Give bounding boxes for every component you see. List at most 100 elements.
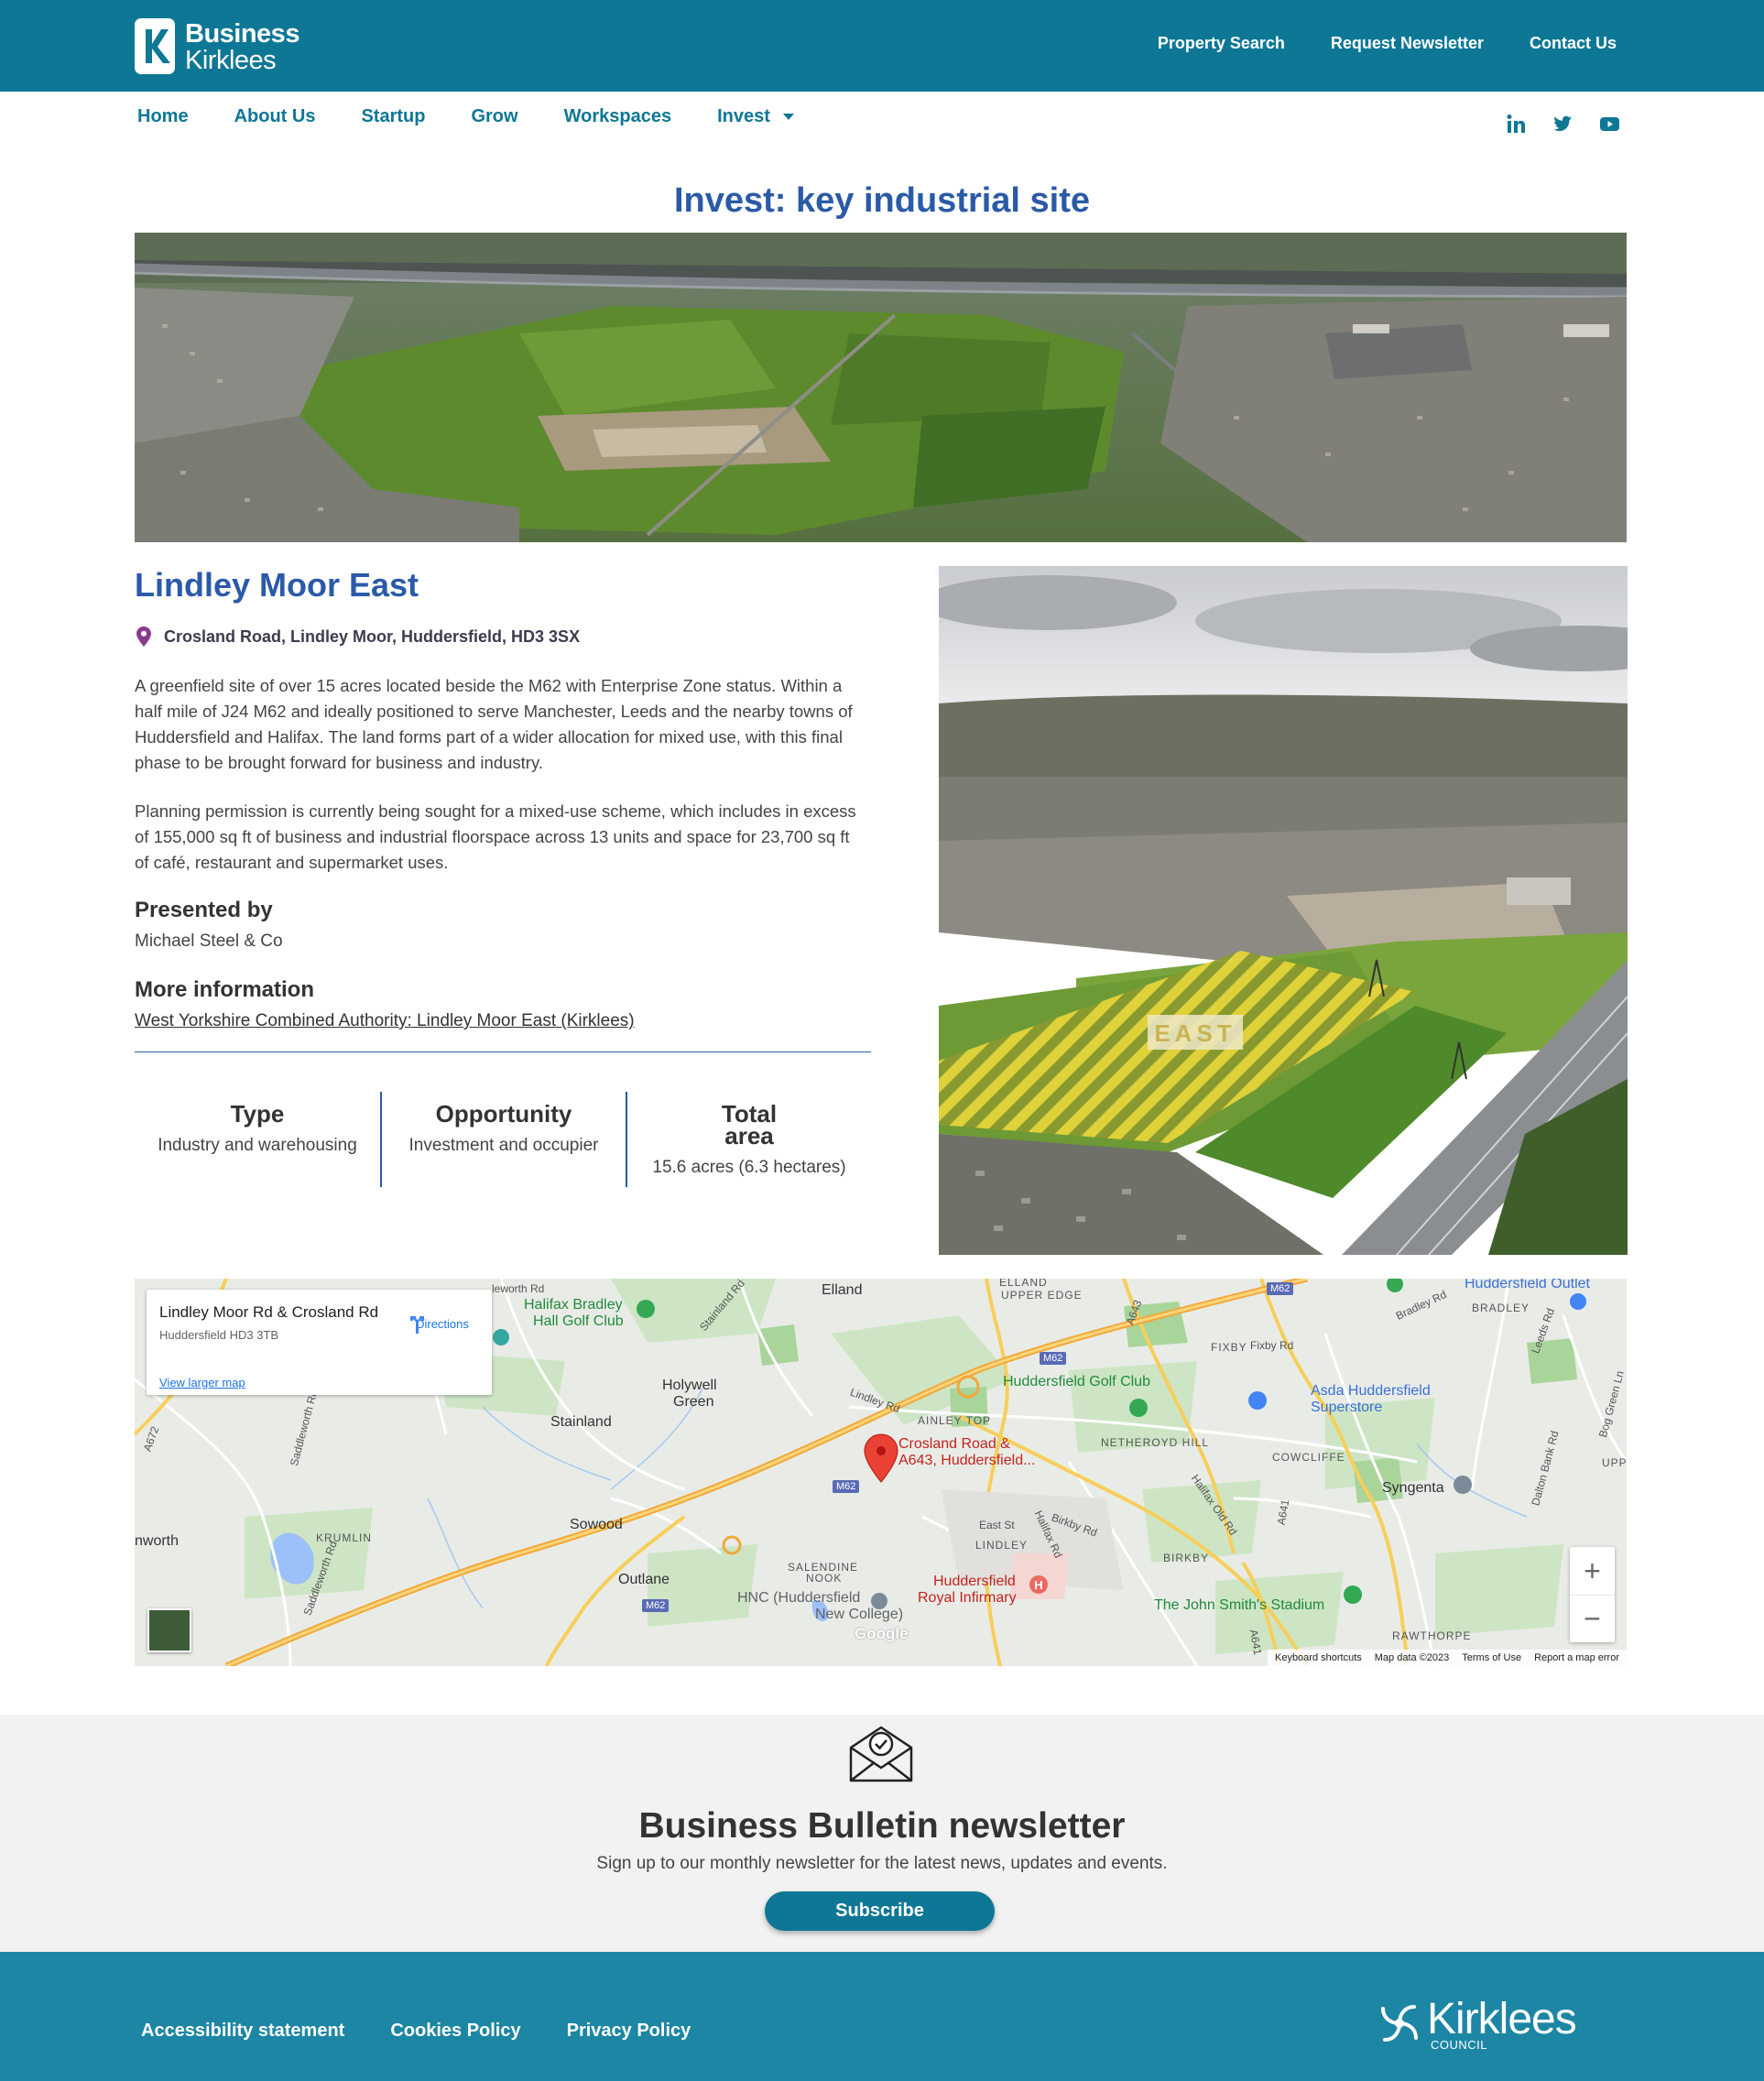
map-card-subtitle: Huddersfield HD3 3TB (159, 1328, 279, 1342)
top-header: Business Kirklees Property Search Reques… (0, 0, 1764, 92)
site-address: Crosland Road, Lindley Moor, Huddersfiel… (164, 626, 581, 646)
directions-button[interactable]: Directions (406, 1313, 479, 1334)
cookies-policy-link[interactable]: Cookies Policy (390, 2021, 520, 2042)
marker-label-1: Crosland Road & (898, 1436, 1010, 1452)
road-badge-m62-2: M62 (1040, 1352, 1067, 1365)
svg-text:H: H (1034, 1578, 1042, 1592)
directions-icon (410, 1316, 424, 1334)
property-search-link[interactable]: Property Search (1158, 34, 1285, 53)
nav-invest-label: Invest (717, 106, 770, 126)
social-links (1506, 114, 1620, 134)
map-label-ainley-top: AINLEY TOP (918, 1414, 992, 1427)
zoom-out-button[interactable]: − (1570, 1595, 1615, 1642)
envelope-check-icon (849, 1726, 913, 1782)
newsletter-text: Sign up to our monthly newsletter for th… (596, 1854, 1168, 1873)
business-kirklees-logo[interactable]: Business Kirklees (135, 18, 318, 75)
site-stats: Type Industry and warehousing Opportunit… (135, 1092, 871, 1187)
nav-home[interactable]: Home (137, 106, 189, 127)
map-label-bradley: BRADLEY (1472, 1302, 1530, 1314)
stat-type: Type Industry and warehousing (135, 1092, 380, 1187)
linkedin-icon[interactable] (1506, 114, 1527, 134)
site-description-2: Planning permission is currently being s… (135, 801, 856, 872)
map-label-hudds-golf: Huddersfield Golf Club (1003, 1374, 1150, 1389)
stat-total-area: Total area 15.6 acres (6.3 hectares) (626, 1092, 871, 1187)
kirklees-council-logo[interactable]: Kirklees COUNCIL (1376, 1994, 1579, 2052)
map-label-worth: nworth (135, 1533, 180, 1549)
map-label-stadium: The John Smith's Stadium (1154, 1597, 1325, 1613)
map-label-rawthorpe: RAWTHORPE (1392, 1629, 1472, 1642)
map-label-halifax-golf-1: Halifax Bradley (524, 1297, 623, 1313)
chevron-down-icon (782, 114, 794, 120)
site-footer: Accessibility statement Cookies Policy P… (0, 1952, 1764, 2081)
road-label-fixby: Fixby Rd (1250, 1339, 1294, 1352)
road-label-east-st: East St (979, 1519, 1015, 1531)
road-badge-m62-3: M62 (833, 1480, 860, 1493)
location-map[interactable]: H Elland ELLAND UPPER EDGE Halifax Bradl… (135, 1279, 1627, 1666)
east-zone-label: EAST (1154, 1019, 1236, 1047)
map-label-upper: UPPER (1602, 1456, 1627, 1469)
nav-about-us[interactable]: About Us (234, 106, 316, 127)
stat-total-area-value: 15.6 acres (6.3 hectares) (652, 1158, 846, 1177)
map-label-infirmary-2: Royal Infirmary (918, 1590, 1017, 1606)
map-label-asda-1: Asda Huddersfield (1311, 1383, 1431, 1399)
nav-grow[interactable]: Grow (471, 106, 517, 127)
view-larger-map-link[interactable]: View larger map (159, 1376, 245, 1389)
map-label-asda-2: Superstore (1311, 1400, 1383, 1415)
road-badge-m62-4: M62 (642, 1599, 670, 1612)
logo-text-kirklees: Kirklees (185, 46, 277, 75)
zoom-in-button[interactable]: + (1570, 1547, 1615, 1595)
road-label-warley: leworth Rd (492, 1282, 545, 1295)
hero-aerial-image (135, 233, 1627, 542)
more-info-heading: More information (135, 977, 314, 1002)
map-label-stainland: Stainland (550, 1414, 612, 1430)
presented-by-value: Michael Steel & Co (135, 932, 283, 951)
map-label-krumlin: KRUMLIN (316, 1531, 373, 1544)
council-logo-subtext: COUNCIL (1431, 2038, 1488, 2052)
site-name-heading: Lindley Moor East (135, 566, 419, 604)
main-nav: Home About Us Startup Grow Workspaces In… (137, 106, 794, 127)
address-row: Crosland Road, Lindley Moor, Huddersfiel… (136, 626, 580, 647)
map-label-cowcliffe: COWCLIFFE (1272, 1451, 1345, 1464)
subscribe-button[interactable]: Subscribe (765, 1891, 995, 1931)
stat-total-area-label: Total area (721, 1100, 778, 1149)
report-map-error-link[interactable]: Report a map error (1534, 1652, 1619, 1663)
location-pin-icon (136, 626, 151, 647)
map-label-hudds-outlet: Huddersfield Outlet (1465, 1279, 1590, 1291)
map-label-halifax-golf-2: Hall Golf Club (533, 1313, 624, 1329)
map-label-hnc-2: New College) (815, 1607, 904, 1622)
stat-opportunity-value: Investment and occupier (408, 1136, 599, 1155)
map-label-netheroyd: NETHEROYD HILL (1101, 1436, 1210, 1449)
top-utility-nav: Property Search Request Newsletter Conta… (1158, 34, 1617, 53)
request-newsletter-link[interactable]: Request Newsletter (1331, 34, 1484, 53)
keyboard-shortcuts-link[interactable]: Keyboard shortcuts (1275, 1652, 1362, 1663)
section-divider (135, 1051, 871, 1052)
map-label-syngenta: Syngenta (1382, 1480, 1444, 1496)
stat-opportunity: Opportunity Investment and occupier (380, 1092, 626, 1187)
map-label-fixby: FIXBY (1211, 1341, 1247, 1354)
nav-workspaces[interactable]: Workspaces (564, 106, 671, 127)
map-label-salendine-2: NOOK (806, 1572, 843, 1585)
more-info-link[interactable]: West Yorkshire Combined Authority: Lindl… (135, 1011, 635, 1031)
newsletter-section: Business Bulletin newsletter Sign up to … (0, 1715, 1764, 1952)
privacy-policy-link[interactable]: Privacy Policy (567, 2021, 691, 2042)
presented-by-heading: Presented by (135, 898, 273, 922)
map-label-hnc-1: HNC (Huddersfield (737, 1590, 861, 1606)
map-label-elland-upper: ELLAND (999, 1279, 1048, 1289)
map-attribution: Keyboard shortcuts Map data ©2023 Terms … (1267, 1650, 1627, 1666)
accessibility-statement-link[interactable]: Accessibility statement (141, 2021, 344, 2042)
nav-invest[interactable]: Invest (717, 106, 794, 127)
kirklees-swirl-icon (1381, 2005, 1418, 2042)
map-label-elland: Elland (822, 1282, 863, 1298)
map-label-upper-edge: UPPER EDGE (1001, 1289, 1083, 1302)
terms-of-use-link[interactable]: Terms of Use (1462, 1652, 1521, 1663)
map-label-birkby: BIRKBY (1163, 1552, 1210, 1564)
site-aerial-photo: EAST (939, 566, 1628, 1255)
map-card-title: Lindley Moor Rd & Crosland Rd (159, 1303, 379, 1321)
satellite-toggle-button[interactable] (147, 1608, 191, 1652)
twitter-icon[interactable] (1552, 114, 1573, 134)
map-data-text: Map data ©2023 (1374, 1652, 1450, 1663)
contact-us-link[interactable]: Contact Us (1530, 34, 1617, 53)
stat-type-value: Industry and warehousing (158, 1136, 357, 1155)
nav-startup[interactable]: Startup (361, 106, 425, 127)
youtube-icon[interactable] (1599, 114, 1620, 134)
